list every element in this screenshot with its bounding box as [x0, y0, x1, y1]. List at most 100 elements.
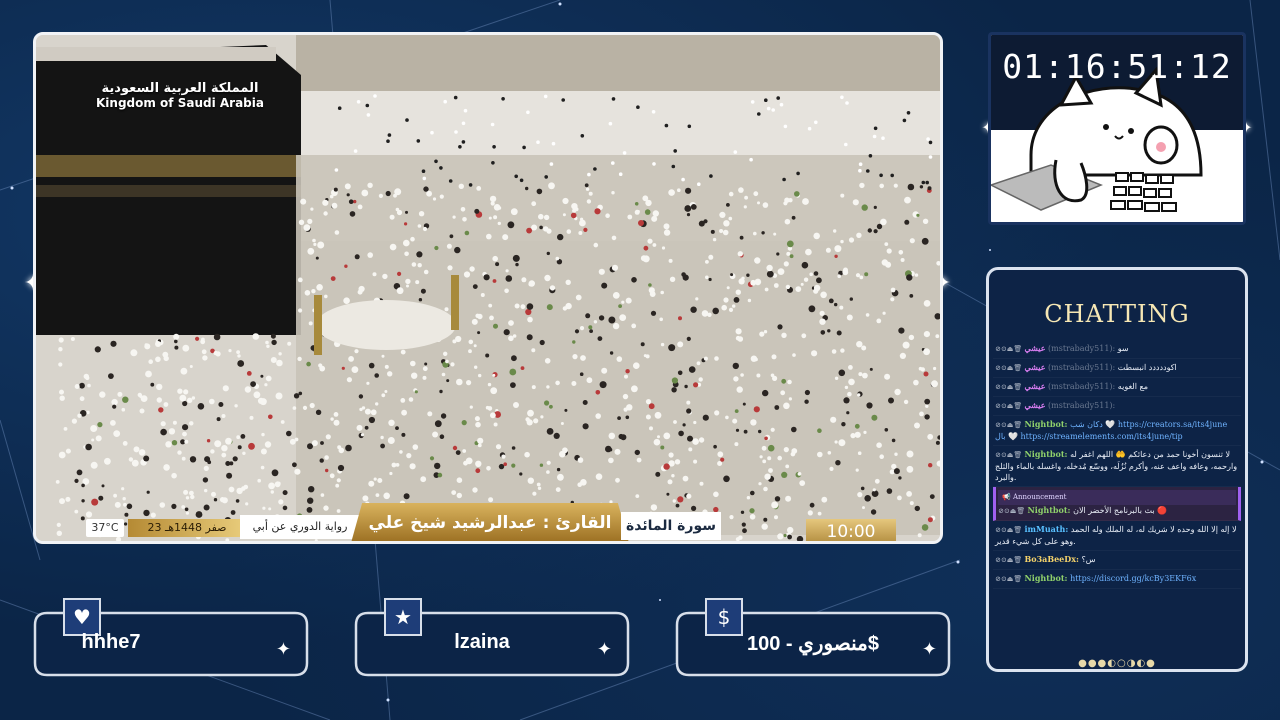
- kingdom-label: المملكة العربية السعودية Kingdom of Saud…: [96, 81, 264, 110]
- crowd-person: [493, 204, 501, 211]
- moderation-icons[interactable]: ⊘⊙⏏🗑: [995, 345, 1024, 353]
- crowd-person: [585, 313, 591, 319]
- crowd-person: [257, 397, 265, 404]
- crowd-person: [876, 442, 882, 449]
- video-player[interactable]: المملكة العربية السعودية Kingdom of Saud…: [33, 32, 943, 544]
- chat-username[interactable]: عيشي: [1024, 362, 1045, 372]
- crowd-person: [418, 298, 423, 302]
- crowd-person: [502, 234, 509, 241]
- crowd-person: [893, 183, 898, 188]
- crowd-person: [197, 403, 205, 410]
- crowd-person: [555, 487, 561, 492]
- crowd-person: [746, 496, 751, 500]
- crowd-person: [497, 221, 501, 226]
- moderation-icons[interactable]: ⊘⊙⏏🗑: [995, 526, 1024, 534]
- crowd-person: [681, 272, 686, 277]
- chat-username[interactable]: عيشي: [1024, 343, 1045, 353]
- crowd-person: [368, 480, 375, 487]
- crowd-person: [113, 430, 121, 437]
- crowd-person: [802, 198, 809, 205]
- crowd-person: [916, 213, 920, 217]
- crowd-person: [856, 341, 863, 348]
- crowd-person: [817, 428, 822, 434]
- crowd-person: [201, 349, 207, 355]
- chat-username[interactable]: Nightbot:: [1024, 419, 1067, 429]
- crowd-person: [749, 508, 755, 514]
- crowd-person: [605, 213, 610, 218]
- chat-username[interactable]: Nightbot:: [1024, 573, 1067, 583]
- chat-username[interactable]: عيشي: [1024, 381, 1045, 391]
- crowd-person: [63, 427, 68, 431]
- chat-username[interactable]: imMuath:: [1024, 524, 1068, 534]
- crowd-person: [367, 182, 373, 188]
- chat-username[interactable]: Nightbot:: [1027, 505, 1070, 515]
- moderation-icons[interactable]: ⊘⊙⏏🗑: [995, 575, 1024, 583]
- crowd-person: [800, 282, 804, 286]
- crowd-person: [714, 356, 719, 361]
- crowd-person: [77, 413, 82, 418]
- chat-handle: (mstrabady511):: [1045, 401, 1116, 410]
- crowd-person: [375, 493, 380, 497]
- chat-username[interactable]: عيشي: [1024, 400, 1045, 410]
- crowd-person: [668, 189, 675, 196]
- crowd-person: [544, 175, 548, 179]
- chat-message-text[interactable]: https://discord.gg/kcBy3EKF6x: [1070, 574, 1196, 583]
- crowd-person: [734, 409, 739, 413]
- moderation-icons[interactable]: ⊘⊙⏏🗑: [998, 507, 1027, 515]
- crowd-person: [732, 304, 736, 308]
- moderation-icons[interactable]: ⊘⊙⏏🗑: [995, 402, 1024, 410]
- crowd-person: [74, 478, 79, 483]
- moderation-icons[interactable]: ⊘⊙⏏🗑: [995, 451, 1024, 459]
- crowd-person: [868, 154, 873, 158]
- crowd-person: [669, 276, 676, 282]
- crowd-person: [460, 207, 466, 212]
- crowd-person: [791, 426, 797, 433]
- moderation-icons[interactable]: ⊘⊙⏏🗑: [995, 421, 1024, 429]
- crowd-person: [294, 468, 301, 475]
- crowd-person: [565, 279, 571, 285]
- crowd-person: [307, 497, 314, 504]
- crowd-person: [533, 418, 539, 424]
- crowd-person: [334, 230, 340, 235]
- crowd-person: [693, 382, 699, 388]
- crowd-person: [577, 457, 584, 463]
- crowd-person: [740, 510, 745, 514]
- moderation-icons[interactable]: ⊘⊙⏏🗑: [995, 556, 1024, 564]
- crowd-person: [434, 245, 439, 251]
- chat-username[interactable]: Bo3aBeeDx:: [1024, 554, 1078, 564]
- crowd-person: [921, 180, 926, 185]
- crowd-person: [804, 399, 809, 404]
- crowd-person: [750, 100, 755, 104]
- crowd-person: [890, 173, 894, 178]
- crowd-person: [611, 235, 617, 241]
- crowd-person: [189, 421, 194, 426]
- crowd-person: [395, 463, 400, 467]
- crowd-person: [677, 341, 684, 348]
- latest-donation-text: منصوري - 100$: [746, 633, 879, 655]
- crowd-person: [617, 416, 621, 420]
- moderation-icons[interactable]: ⊘⊙⏏🗑: [995, 383, 1024, 391]
- crowd-person: [713, 491, 719, 498]
- chat-message-list[interactable]: ⊘⊙⏏🗑 عيشي (mstrabady511): سو ⊘⊙⏏🗑 عيشي (m…: [993, 340, 1241, 640]
- crowd-person: [341, 366, 345, 370]
- crowd-person: [317, 241, 325, 249]
- chat-message-text: سو: [1117, 344, 1129, 353]
- crowd-person: [522, 145, 526, 150]
- chat-message-text: مع الغويه: [1117, 382, 1149, 391]
- chat-username[interactable]: Nightbot:: [1024, 449, 1067, 459]
- crowd-person: [122, 441, 128, 446]
- crowd-person: [333, 412, 339, 417]
- crowd-person: [666, 492, 670, 496]
- crowd-person: [734, 442, 739, 447]
- chat-message: ⊘⊙⏏🗑 imMuath: لا إله إلا الله وحده لا شر…: [993, 521, 1241, 551]
- crowd-person: [418, 211, 425, 217]
- crowd-person: [848, 237, 855, 243]
- crowd-person: [555, 380, 560, 386]
- crowd-person: [619, 314, 627, 321]
- crowd-person: [643, 354, 647, 358]
- crowd-person: [452, 215, 456, 219]
- moderation-icons[interactable]: ⊘⊙⏏🗑: [995, 364, 1024, 372]
- crowd-person: [614, 448, 621, 455]
- crowd-person: [540, 415, 544, 419]
- crowd-person: [648, 283, 652, 287]
